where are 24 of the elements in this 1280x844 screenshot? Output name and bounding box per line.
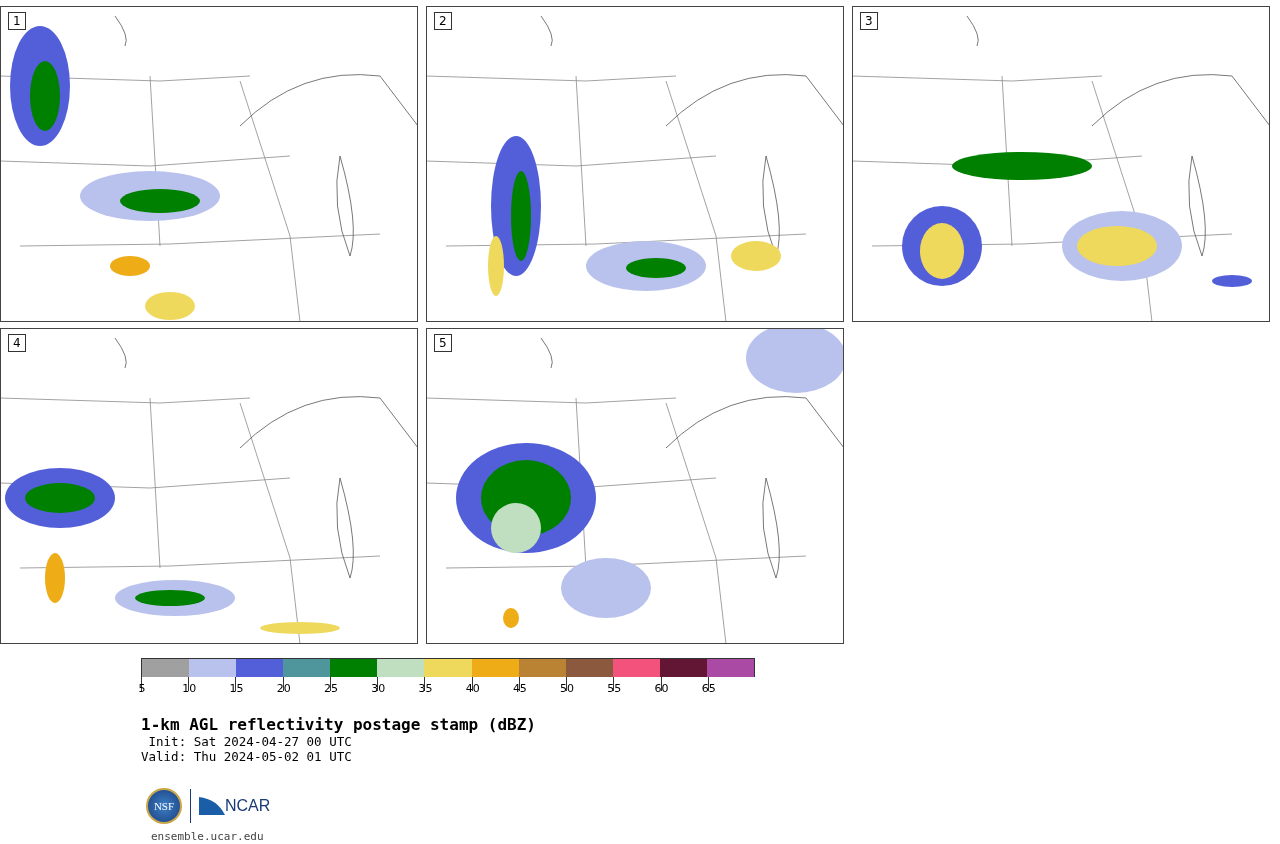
tick-label: 35 bbox=[418, 682, 433, 695]
chart-title: 1-km AGL reflectivity postage stamp (dBZ) bbox=[141, 715, 537, 734]
panel-number: 4 bbox=[8, 334, 26, 352]
valid-time: Valid: Thu 2024-05-02 01 UTC bbox=[141, 749, 353, 764]
tick-label: 65 bbox=[701, 682, 716, 695]
init-time: Init: Sat 2024-04-27 00 UTC bbox=[147, 734, 353, 749]
tick-label: 25 bbox=[323, 682, 338, 695]
tick-label: 45 bbox=[512, 682, 527, 695]
ncar-logo: NCAR bbox=[199, 797, 271, 815]
panel-number: 2 bbox=[434, 12, 452, 30]
tick-label: 40 bbox=[465, 682, 480, 695]
panel-number: 5 bbox=[434, 334, 452, 352]
panel-number: 3 bbox=[860, 12, 878, 30]
tick-label: 30 bbox=[371, 682, 386, 695]
tick-label: 55 bbox=[607, 682, 622, 695]
tick-label: 15 bbox=[229, 682, 244, 695]
tick-label: 10 bbox=[182, 682, 197, 695]
tick-label: 50 bbox=[560, 682, 575, 695]
tick-label: 5 bbox=[138, 682, 146, 695]
panel-number: 1 bbox=[8, 12, 26, 30]
tick-label: 20 bbox=[276, 682, 291, 695]
tick-label: 60 bbox=[654, 682, 669, 695]
nsf-logo: NSF bbox=[146, 788, 182, 824]
website-url: ensemble.ucar.edu bbox=[151, 830, 265, 843]
